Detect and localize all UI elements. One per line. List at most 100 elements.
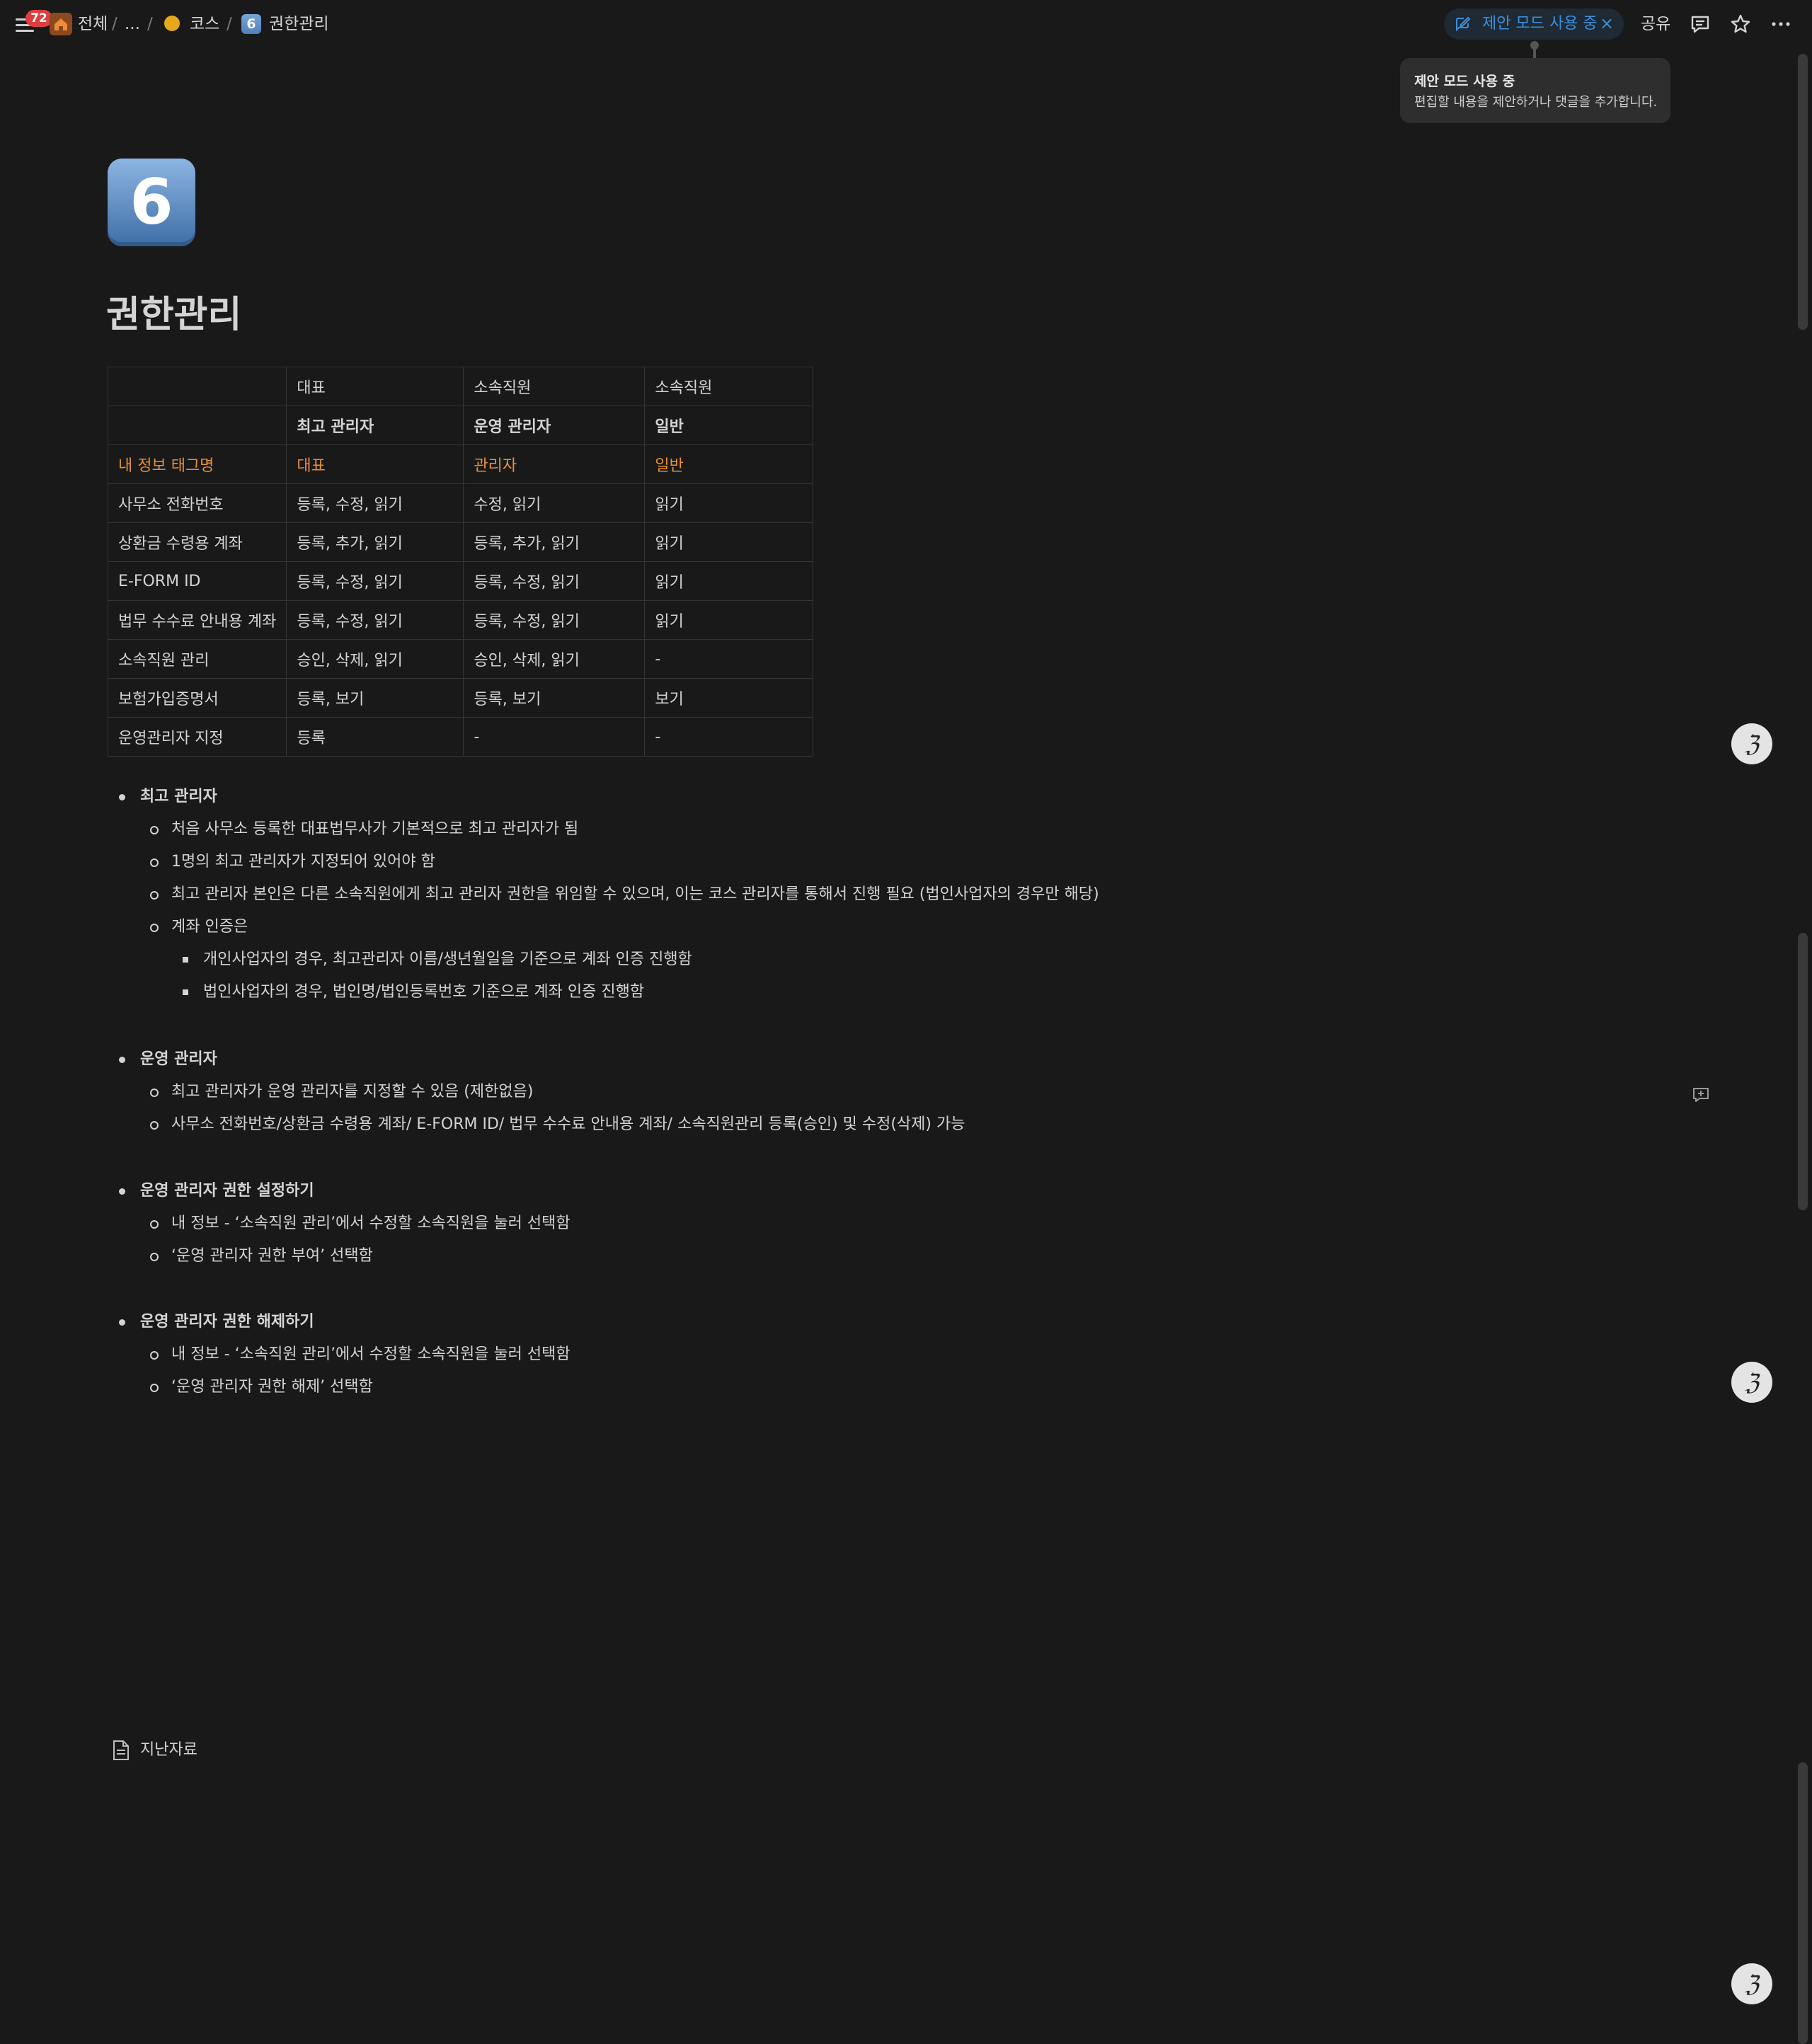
add-comment-icon[interactable]: [1692, 1086, 1710, 1104]
table-cell[interactable]: 등록, 보기: [463, 678, 646, 718]
bullet-ring: [150, 1089, 159, 1097]
list-item[interactable]: ‘운영 관리자 권한 부여’ 선택함: [171, 1246, 373, 1267]
table-cell[interactable]: 사무소 전화번호: [107, 483, 287, 523]
bullet-ring: [150, 1253, 159, 1261]
share-button[interactable]: 공유: [1641, 13, 1670, 35]
table-cell[interactable]: -: [644, 717, 814, 757]
table-cell[interactable]: 읽기: [644, 600, 814, 640]
bullet-ring: [150, 1351, 159, 1360]
table-cell[interactable]: [107, 367, 287, 406]
subpage-link-label: 지난자료: [140, 1741, 197, 1759]
collaborator-avatar[interactable]: ℨ: [1731, 723, 1772, 764]
table-cell[interactable]: 등록, 추가, 읽기: [286, 522, 464, 562]
table-cell[interactable]: 상환금 수령용 계좌: [107, 522, 287, 562]
suggest-mode-button[interactable]: 제안 모드 사용 중 ×: [1444, 8, 1624, 40]
permission-table: 대표 소속직원 소속직원 최고 관리자 운영 관리자 일반 내 정보 태그명 대표 관리자 일반 사…: [107, 367, 814, 757]
table-cell[interactable]: 승인, 삭제, 읽기: [463, 639, 646, 679]
section-heading[interactable]: 최고 관리자: [140, 786, 217, 808]
breadcrumb-item-current[interactable]: 권한관리: [269, 13, 329, 35]
list-item[interactable]: 최고 관리자가 운영 관리자를 지정할 수 있음 (제한없음): [171, 1081, 533, 1103]
list-item[interactable]: 사무소 전화번호/상환금 수령용 계좌/ E-FORM ID/ 법무 수수료 안…: [171, 1114, 965, 1135]
close-icon[interactable]: ×: [1600, 13, 1614, 33]
table-cell[interactable]: -: [644, 639, 814, 679]
list-item[interactable]: 내 정보 - ‘소속직원 관리’에서 수정할 소속직원을 눌러 선택함: [171, 1344, 570, 1365]
breadcrumb-item-course[interactable]: 코스: [190, 13, 219, 35]
table-cell[interactable]: 관리자: [463, 444, 646, 484]
list-item[interactable]: 법인사업자의 경우, 법인명/법인등록번호 기준으로 계좌 인증 진행함: [203, 982, 644, 1003]
table-cell[interactable]: -: [463, 717, 646, 757]
table-row: 최고 관리자 운영 관리자 일반: [107, 406, 814, 445]
list-item[interactable]: 개인사업자의 경우, 최고관리자 이름/생년월일을 기준으로 계좌 인증 진행함: [203, 949, 692, 970]
top-bar: 72 전체 / ... / 코스 / 6 권한관리 제안 모드 사용 중 × 공…: [0, 0, 1812, 50]
more-icon[interactable]: [1770, 13, 1792, 35]
table-cell[interactable]: 등록, 수정, 읽기: [286, 600, 464, 640]
list-item[interactable]: 최고 관리자 본인은 다른 소속직원에게 최고 관리자 권한을 위임할 수 있으…: [171, 884, 1099, 905]
breadcrumb-item-ellipsis[interactable]: ...: [125, 13, 140, 35]
table-row: 내 정보 태그명 대표 관리자 일반: [107, 444, 814, 484]
table-cell[interactable]: 운영 관리자: [463, 406, 646, 445]
tooltip-title: 제안 모드 사용 중: [1414, 74, 1515, 89]
list-item[interactable]: 1명의 최고 관리자가 지정되어 있어야 함: [171, 851, 435, 873]
bullet-ring: [150, 924, 159, 932]
list-item[interactable]: ‘운영 관리자 권한 해제’ 선택함: [171, 1377, 373, 1398]
bullet-ring: [150, 859, 159, 867]
table-cell[interactable]: 읽기: [644, 483, 814, 523]
page-title[interactable]: 권한관리: [106, 290, 241, 340]
collaborator-avatar[interactable]: ℨ: [1731, 1362, 1772, 1403]
table-cell[interactable]: 등록, 수정, 읽기: [463, 561, 646, 601]
suggest-edit-icon: [1456, 16, 1471, 32]
table-cell[interactable]: 수정, 읽기: [463, 483, 646, 523]
table-cell[interactable]: 일반: [644, 406, 814, 445]
table-cell[interactable]: 소속직원 관리: [107, 639, 287, 679]
tooltip-pointer-line: [1533, 42, 1536, 58]
section-heading[interactable]: 운영 관리자: [140, 1049, 217, 1070]
table-cell[interactable]: 법무 수수료 안내용 계좌: [107, 600, 287, 640]
bullet-dot: [119, 1188, 125, 1195]
table-cell[interactable]: 등록, 수정, 읽기: [463, 600, 646, 640]
table-cell[interactable]: 내 정보 태그명: [107, 444, 287, 484]
bullet-ring: [150, 1121, 159, 1130]
table-cell[interactable]: 대표: [286, 444, 464, 484]
table-cell[interactable]: 등록, 추가, 읽기: [463, 522, 646, 562]
table-cell[interactable]: E-FORM ID: [107, 561, 287, 601]
table-cell[interactable]: 등록, 수정, 읽기: [286, 483, 464, 523]
star-icon[interactable]: [1729, 13, 1752, 35]
table-cell[interactable]: 등록: [286, 717, 464, 757]
avatar-glyph: ℨ: [1745, 1970, 1759, 1997]
list-item[interactable]: 내 정보 - ‘소속직원 관리’에서 수정할 소속직원을 눌러 선택함: [171, 1213, 570, 1234]
avatar-glyph: ℨ: [1745, 1369, 1759, 1396]
scrollbar-thumb[interactable]: [1798, 933, 1808, 1210]
table-cell[interactable]: 등록, 보기: [286, 678, 464, 718]
sidebar-menu-button[interactable]: 72: [14, 10, 52, 35]
collaborator-avatar[interactable]: ℨ: [1731, 1963, 1772, 2004]
menu-icon-line: [16, 30, 34, 32]
table-cell[interactable]: 소속직원: [644, 367, 814, 406]
table-cell[interactable]: 운영관리자 지정: [107, 717, 287, 757]
table-cell[interactable]: 일반: [644, 444, 814, 484]
scrollbar-thumb[interactable]: [1798, 1762, 1808, 2044]
bullet-square: [183, 957, 188, 963]
table-cell[interactable]: 승인, 삭제, 읽기: [286, 639, 464, 679]
table-cell[interactable]: 읽기: [644, 522, 814, 562]
table-cell[interactable]: 대표: [286, 367, 464, 406]
table-cell[interactable]: [107, 406, 287, 445]
section-heading[interactable]: 운영 관리자 권한 해제하기: [140, 1311, 314, 1333]
list-item[interactable]: 계좌 인증은: [171, 917, 248, 938]
list-item[interactable]: 처음 사무소 등록한 대표법무사가 기본적으로 최고 관리자가 됨: [171, 819, 578, 840]
breadcrumb-item-all[interactable]: 전체: [78, 13, 108, 35]
bullet-ring: [150, 891, 159, 900]
breadcrumb-page-icon: 6: [241, 14, 261, 34]
table-cell[interactable]: 등록, 수정, 읽기: [286, 561, 464, 601]
table-cell[interactable]: 읽기: [644, 561, 814, 601]
comment-icon[interactable]: [1689, 13, 1711, 35]
table-cell[interactable]: 보험가입증명서: [107, 678, 287, 718]
table-cell[interactable]: 보기: [644, 678, 814, 718]
table-cell[interactable]: 소속직원: [463, 367, 646, 406]
page-emoji-icon[interactable]: 6: [108, 159, 195, 246]
page-icon-number: 6: [130, 166, 173, 239]
breadcrumb-separator: /: [226, 15, 232, 33]
section-heading[interactable]: 운영 관리자 권한 설정하기: [140, 1181, 314, 1202]
table-cell[interactable]: 최고 관리자: [286, 406, 464, 445]
scrollbar-thumb[interactable]: [1798, 54, 1808, 330]
table-row: 소속직원 관리 승인, 삭제, 읽기 승인, 삭제, 읽기 -: [107, 639, 814, 679]
